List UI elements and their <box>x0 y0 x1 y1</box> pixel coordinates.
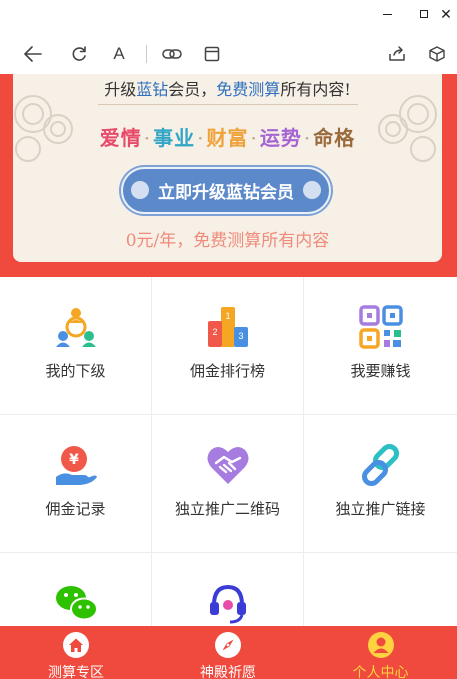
grid-item-label: 佣金记录 <box>45 500 106 518</box>
home-icon <box>63 632 89 658</box>
vip-banner: 升级蓝钻会员，免费测算所有内容! 爱情 · 事业 · 财富 · 运势 · 命格 立即升级蓝钻会员… <box>0 74 457 277</box>
grid-item-my-subordinates[interactable]: 我的下级 <box>0 277 152 415</box>
maximize-icon[interactable] <box>414 6 434 24</box>
upgrade-button-label: 立即升级蓝钻会员 <box>158 183 294 203</box>
grid-item-label: 我的下级 <box>45 362 106 380</box>
headline-highlight: 免费测算 <box>216 80 281 99</box>
svg-text:1: 1 <box>225 311 230 321</box>
headline-part: 会员， <box>168 80 217 99</box>
grid-item-earn-money[interactable]: 我要赚钱 <box>304 277 457 415</box>
grid-item-label: 我要赚钱 <box>350 362 411 380</box>
nav-item-label: 个人中心 <box>352 665 409 679</box>
grid-item-commission-records[interactable]: ¥ 佣金记录 <box>0 415 152 553</box>
chain-link-icon <box>361 443 399 487</box>
compass-icon <box>215 632 241 658</box>
price-text: 0元/年，免费测算所有内容 <box>125 231 330 251</box>
ornament-icon <box>303 181 321 199</box>
headline-part: 升级 <box>104 80 137 99</box>
separator: · <box>303 126 312 150</box>
vip-promo-card: 升级蓝钻会员，免费测算所有内容! 爱情 · 事业 · 财富 · 运势 · 命格 立即升级蓝钻会员… <box>13 74 442 262</box>
team-network-icon <box>55 308 96 347</box>
ornament-icon <box>131 181 149 199</box>
svg-text:3: 3 <box>238 331 243 341</box>
minimize-icon[interactable] <box>377 6 397 24</box>
window-titlebar: ✕ <box>0 0 457 30</box>
user-icon <box>367 632 394 658</box>
upgrade-vip-button[interactable]: 立即升级蓝钻会员 <box>121 167 331 214</box>
nav-item-label: 测算专区 <box>48 665 104 679</box>
fortune-luck: 运势 <box>259 126 302 150</box>
yen-coin-hand-icon: ¥ <box>55 446 97 485</box>
share-icon[interactable] <box>385 42 409 66</box>
headline-part: 所有内容! <box>280 80 351 99</box>
feature-grid: 我的下级 1 2 3 佣金排行榜 我要赚钱 ¥ 佣金记录 独立推广二维码 独立推… <box>0 277 457 626</box>
handshake-heart-icon <box>207 446 248 484</box>
wechat-icon <box>55 586 98 621</box>
bottom-nav: 测算专区 神殿祈愿 个人中心 <box>0 626 457 679</box>
grid-item-wechat[interactable] <box>0 553 152 626</box>
cube-icon[interactable] <box>425 42 449 66</box>
grid-item-label: 独立推广二维码 <box>174 500 280 518</box>
grid-item-promo-qrcode[interactable]: 独立推广二维码 <box>152 415 304 553</box>
back-arrow-icon[interactable] <box>21 42 45 66</box>
toolbar-divider <box>146 45 147 63</box>
separator: · <box>143 126 152 150</box>
divider <box>98 104 358 105</box>
grid-item-promo-link[interactable]: 独立推广链接 <box>304 415 457 553</box>
nav-item-divination-zone[interactable]: 测算专区 <box>0 626 152 679</box>
browser-toolbar: A <box>0 30 457 74</box>
svg-text:2: 2 <box>212 327 217 337</box>
close-icon[interactable]: ✕ <box>436 6 456 24</box>
separator: · <box>197 126 205 150</box>
grid-item-commission-ranking[interactable]: 1 2 3 佣金排行榜 <box>152 277 304 415</box>
podium-ranking-icon: 1 2 3 <box>207 307 248 347</box>
svg-text:¥: ¥ <box>69 452 79 468</box>
nav-item-personal-center[interactable]: 个人中心 <box>304 626 457 679</box>
refresh-icon[interactable] <box>67 42 91 66</box>
fortune-destiny: 命格 <box>313 126 356 150</box>
link-icon[interactable] <box>160 42 184 66</box>
grid-item-label: 佣金排行榜 <box>189 362 265 380</box>
separator: · <box>250 126 258 150</box>
fortune-categories: 爱情 · 事业 · 财富 · 运势 · 命格 <box>13 122 442 151</box>
grid-item-customer-service[interactable] <box>152 553 304 626</box>
qr-code-icon <box>358 305 403 349</box>
vip-headline: 升级蓝钻会员，免费测算所有内容! <box>13 76 442 100</box>
grid-item-empty <box>304 553 457 626</box>
fortune-wealth: 财富 <box>206 126 249 150</box>
nav-item-temple-prayer[interactable]: 神殿祈愿 <box>152 626 304 679</box>
fortune-career: 事业 <box>153 126 196 150</box>
font-size-icon[interactable]: A <box>107 42 131 66</box>
nav-item-label: 神殿祈愿 <box>200 665 256 679</box>
fortune-love: 爱情 <box>99 126 142 150</box>
headset-service-icon <box>209 584 246 624</box>
window-icon[interactable] <box>200 42 224 66</box>
headline-highlight: 蓝钻 <box>136 80 169 99</box>
grid-item-label: 独立推广链接 <box>335 500 426 518</box>
